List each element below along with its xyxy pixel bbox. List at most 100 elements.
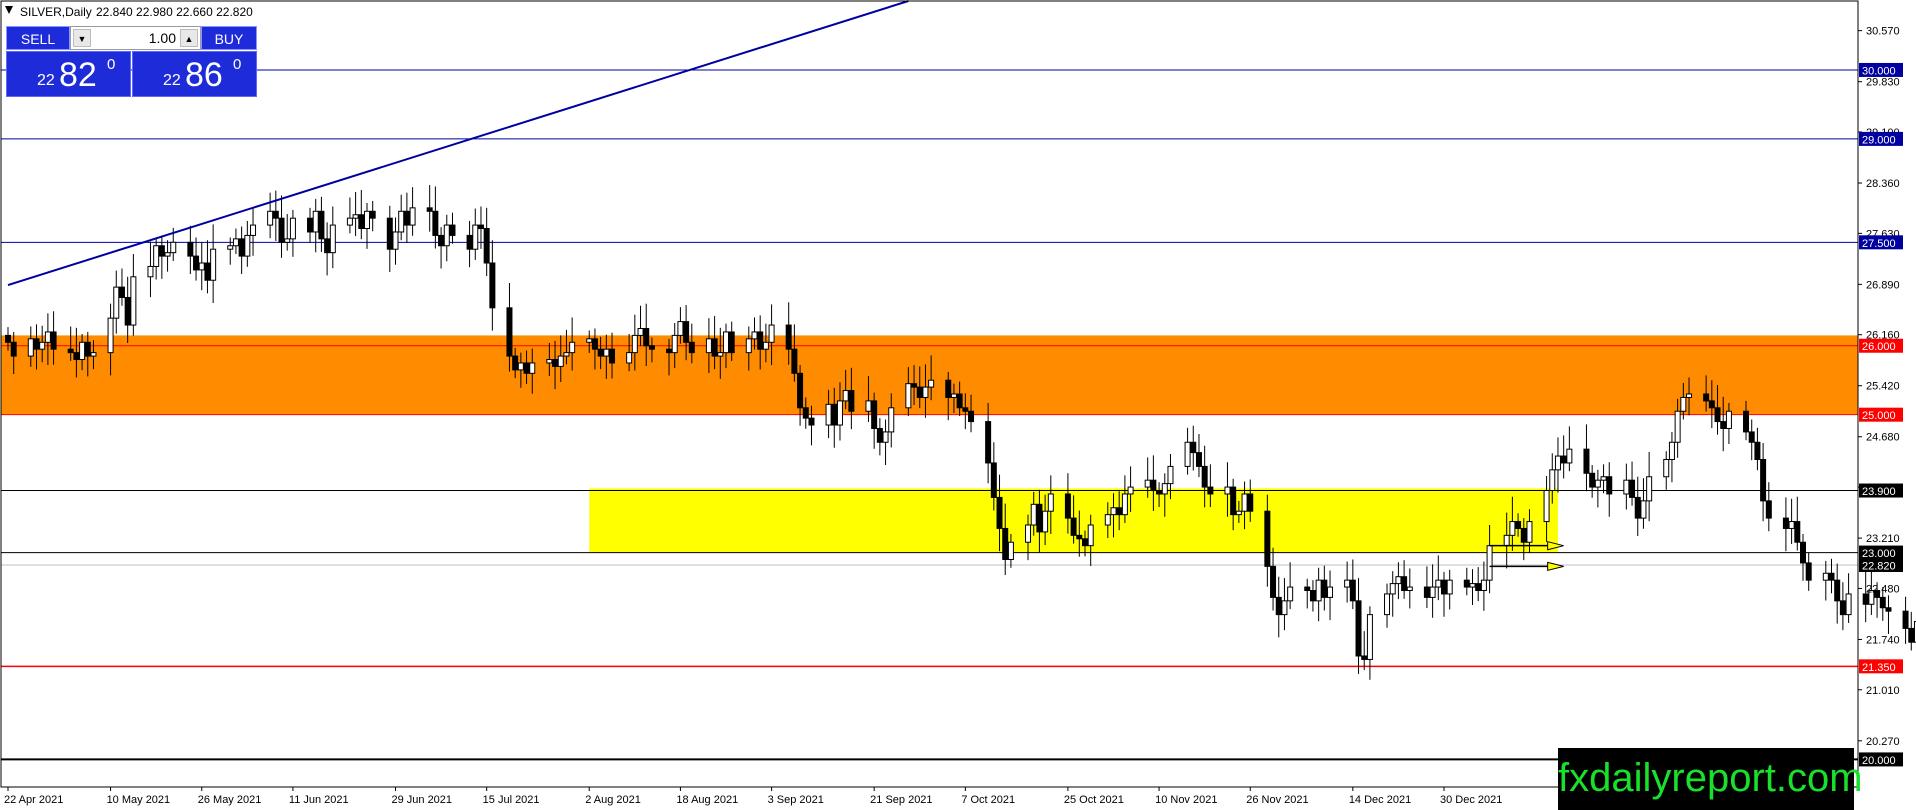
candle-body [1207,486,1214,495]
x-tick-label-10: 7 Oct 2021 [961,794,1015,806]
candle-body [1389,583,1396,595]
candle-body [1623,479,1630,495]
candle-body [711,338,718,357]
buy-price-box[interactable]: 22 86 0 [132,51,257,97]
candle-body [1423,586,1430,598]
candle-body [1002,527,1009,560]
levels-layer [1,69,1858,761]
candle-body [922,386,929,398]
candle-body [1469,583,1476,588]
candle-body [1110,507,1117,516]
candle-body [1241,493,1248,512]
lot-size-field[interactable]: ▼ 1.00 ▲ [70,26,201,50]
candle-body [1224,486,1231,495]
candle-body [1680,396,1687,412]
y-tick-label-12: 21.740 [1866,634,1900,646]
candle-body [329,224,336,254]
x-tick-label-7: 18 Aug 2021 [676,794,738,806]
candle-body [1064,493,1071,519]
candle-body [1355,600,1362,657]
candle-body [1446,579,1453,595]
candle-body [757,331,764,350]
candle-body [130,276,137,326]
candle-body [1036,503,1043,533]
candle-body [272,210,279,219]
candle-body [751,331,758,340]
candle-body [791,348,798,374]
collapse-triangle-icon[interactable] [5,6,13,14]
candle-body [688,341,695,354]
candle-body [1503,534,1510,547]
candle-body [1195,452,1202,467]
candle-body [517,362,524,371]
candle-body [1007,541,1014,560]
candle-body [307,217,314,233]
candle-body [1156,490,1163,495]
candle-body [318,210,325,240]
candle-body [267,210,274,226]
candle-body [409,207,416,226]
candle-body [648,345,655,350]
candle-body [352,214,359,219]
candle-body [1463,579,1470,588]
candle-body [1583,448,1590,474]
candle-body [1441,579,1447,595]
candle-body [27,338,34,357]
sell-button[interactable]: SELL [6,26,70,50]
candle-body [5,334,11,343]
y-tick-label-13: 21.010 [1866,685,1900,697]
candle-body [985,421,992,464]
candle-body [107,317,114,354]
candle-body [90,352,97,357]
candle-body [1839,600,1846,616]
candle-body [113,286,120,319]
triangle-up-icon[interactable]: ▲ [180,29,198,47]
candle-body [187,241,194,257]
candle-body [631,334,638,354]
candle-body [506,307,513,357]
x-tick-label-1: 10 May 2021 [107,794,171,806]
candle-body [1406,586,1413,591]
candle-body [1144,479,1151,488]
candle-body [1543,490,1550,523]
level-label-3: 26.000 [1862,341,1896,353]
buy-button[interactable]: BUY [201,26,257,50]
candle-body [44,331,51,343]
candle-body [916,386,923,398]
x-tick-label-0: 22 Apr 2021 [4,794,63,806]
triangle-down-icon[interactable]: ▼ [73,29,91,47]
candle-body [33,338,40,350]
candle-body [1765,500,1772,519]
x-tick-label-15: 30 Dec 2021 [1440,794,1502,806]
candle-body [250,224,257,236]
candle-body [1150,479,1157,492]
candle-body [848,390,855,412]
candle-body [1594,479,1601,488]
candle-body [1600,476,1607,481]
candle-body [911,383,918,388]
candle-body [1686,393,1693,398]
candle-body [1674,410,1681,443]
candle-body [73,352,80,361]
lot-size-value[interactable]: 1.00 [93,27,176,49]
candle-body [677,321,684,336]
candle-body [364,210,370,230]
candle-body [158,245,165,257]
candle-body [609,348,616,364]
candle-body [1549,469,1556,492]
candle-body [449,224,456,236]
candle-body [1908,627,1915,643]
y-tick-label-10: 23.210 [1866,533,1900,545]
candle-body [1167,465,1174,485]
candle-body [865,400,872,412]
sell-price-box[interactable]: 22 82 0 [6,51,131,97]
candle-body [836,400,843,426]
candle-body [1509,521,1516,536]
candle-body [1121,493,1128,516]
y-tick-label-11: 22.480 [1866,583,1900,595]
level-label-2: 27.500 [1862,238,1896,250]
candle-body [1629,479,1636,498]
candle-body [232,238,239,247]
candle-body [1480,579,1487,592]
candle-body [1725,410,1732,429]
